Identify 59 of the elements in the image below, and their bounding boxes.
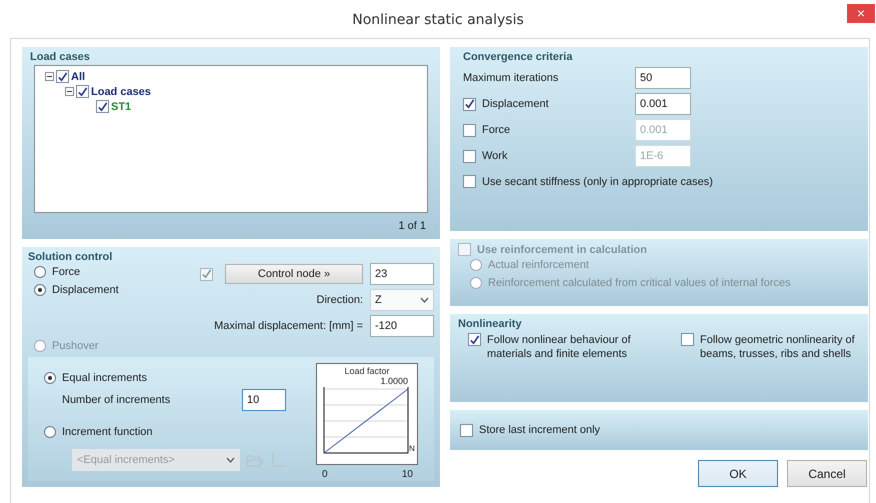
- radio-button[interactable]: [44, 372, 56, 384]
- tree-item[interactable]: Load cases: [91, 86, 151, 98]
- radio-label: Pushover: [52, 340, 98, 352]
- collapse-icon[interactable]: [65, 87, 74, 96]
- checkbox[interactable]: [463, 175, 476, 188]
- radio-button[interactable]: [34, 266, 46, 278]
- radio-button[interactable]: [34, 284, 46, 296]
- tree-item[interactable]: ST1: [111, 100, 132, 112]
- input-field[interactable]: 0.001: [635, 93, 691, 115]
- chart-title: Load factor: [344, 366, 390, 376]
- section-title: Convergence criteria: [463, 51, 574, 63]
- ok-button[interactable]: OK: [698, 460, 778, 487]
- checkbox[interactable]: [463, 98, 476, 110]
- input-field[interactable]: -120: [370, 315, 434, 337]
- checkbox-label: Follow geometric nonlinearity of beams, trusses, ribs and shells: [700, 333, 856, 361]
- radio-label: Force: [52, 266, 80, 278]
- section-title: Nonlinearity: [458, 318, 523, 330]
- axis-label: N: [409, 444, 415, 453]
- radio-label: Equal increments: [62, 372, 147, 384]
- field-label: Maximum iterations: [463, 72, 560, 84]
- radio-label: Displacement: [52, 284, 119, 296]
- checkbox-label: Use reinforcement in calculation: [477, 244, 647, 256]
- checkbox-label: Displacement: [482, 98, 549, 110]
- collapse-icon[interactable]: [45, 72, 54, 81]
- checkbox[interactable]: [460, 424, 473, 436]
- checkbox[interactable]: [468, 333, 481, 346]
- field-label: Maximal displacement: [mm] =: [213, 320, 363, 332]
- radio-label: Increment function: [62, 426, 152, 438]
- section-title: Load cases: [30, 51, 91, 63]
- caret-icon: [420, 297, 429, 303]
- section-title: Solution control: [28, 251, 114, 263]
- tree-item[interactable]: All: [71, 70, 86, 82]
- caret-icon: [226, 457, 235, 463]
- checkbox[interactable]: [56, 70, 69, 83]
- checkbox[interactable]: [463, 124, 476, 136]
- input-field[interactable]: 50: [635, 67, 691, 89]
- checkbox-label: Store last increment only: [479, 424, 600, 436]
- page-count: 1 of 1: [398, 220, 426, 232]
- chart-annotation: 1.0000: [380, 376, 408, 386]
- window-title: Nonlinear static analysis: [352, 11, 524, 28]
- dropdown[interactable]: Z: [370, 289, 434, 311]
- checkbox[interactable]: [76, 85, 89, 98]
- radio-label: Reinforcement calculated from critical values of internal forces: [488, 277, 791, 289]
- checkbox[interactable]: [96, 100, 109, 113]
- field-label: Number of increments: [62, 394, 172, 406]
- checkbox-label: Force: [482, 124, 510, 136]
- checkbox[interactable]: [681, 333, 694, 346]
- close-button[interactable]: ×: [847, 4, 875, 23]
- tick-label: 10: [402, 469, 413, 479]
- tick-label: 0: [322, 469, 328, 479]
- input-field[interactable]: 10: [242, 389, 286, 411]
- checkbox[interactable]: [463, 150, 476, 162]
- field-label: Direction:: [316, 294, 363, 306]
- cancel-button[interactable]: Cancel: [787, 460, 867, 487]
- radio-label: Actual reinforcement: [488, 259, 589, 271]
- checkbox-label: Follow nonlinear behaviour of materials and finite elements: [487, 333, 632, 361]
- radio-button[interactable]: [44, 426, 56, 438]
- checkbox-label: Work: [482, 150, 508, 162]
- checkbox-label: Use secant stiffness (only in appropriate cases): [482, 176, 713, 188]
